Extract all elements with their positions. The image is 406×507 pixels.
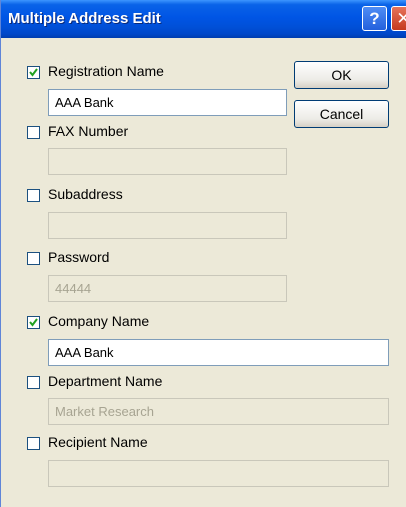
registration-name-field[interactable]: AAA Bank [48, 89, 287, 116]
cancel-button[interactable]: Cancel [294, 100, 389, 128]
checkmark-icon [29, 68, 38, 77]
dialog-window: Multiple Address Edit ? ✕ Registration N… [0, 0, 406, 507]
fax-number-field[interactable] [48, 148, 287, 175]
subaddress-checkbox[interactable] [27, 189, 40, 202]
company-name-label: Company Name [48, 313, 150, 329]
window-title: Multiple Address Edit [8, 10, 161, 27]
title-bar[interactable]: Multiple Address Edit ? ✕ [1, 0, 406, 38]
fax-number-checkbox[interactable] [27, 126, 40, 139]
fax-number-label: FAX Number [48, 123, 129, 139]
recipient-name-field[interactable] [48, 460, 389, 487]
registration-name-label: Registration Name [48, 63, 164, 79]
registration-name-checkbox[interactable] [27, 66, 40, 79]
company-name-field[interactable]: AAA Bank [48, 339, 389, 366]
subaddress-field[interactable] [48, 212, 287, 239]
ok-button[interactable]: OK [294, 61, 389, 89]
department-name-field[interactable]: Market Research [48, 398, 389, 425]
recipient-name-label: Recipient Name [48, 434, 148, 450]
close-button[interactable]: ✕ [391, 6, 406, 31]
company-name-checkbox[interactable] [27, 316, 40, 329]
checkmark-icon [29, 318, 38, 327]
recipient-name-checkbox[interactable] [27, 437, 40, 450]
department-name-label: Department Name [48, 373, 163, 389]
password-field[interactable]: 44444 [48, 275, 287, 302]
subaddress-label: Subaddress [48, 186, 123, 202]
department-name-checkbox[interactable] [27, 376, 40, 389]
help-button[interactable]: ? [362, 6, 387, 31]
password-checkbox[interactable] [27, 252, 40, 265]
password-label: Password [48, 249, 110, 265]
